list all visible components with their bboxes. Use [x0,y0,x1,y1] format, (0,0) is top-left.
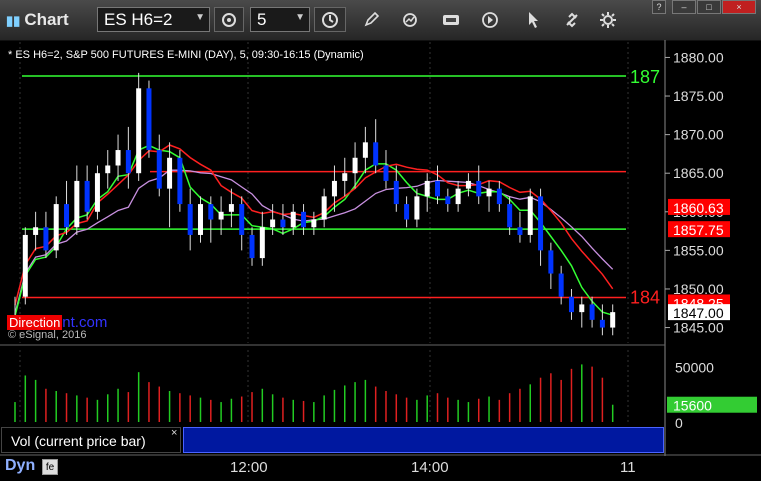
copyright: © eSignal, 2016 [8,329,87,341]
candle-body [208,204,214,220]
candle-body [393,180,399,205]
candle-body [64,204,70,228]
price-axis-label: 1845.00 [673,320,724,336]
candle-body [579,304,585,313]
price-axis-label: 1875.00 [673,88,724,104]
dyn-label[interactable]: Dyn [5,457,35,475]
candle-body [527,196,533,235]
candle-body [228,204,234,212]
price-axis-label: 1865.00 [673,165,724,181]
candle-body [270,219,276,228]
candle-body [538,196,544,251]
chart-header: * ES H6=2, S&P 500 FUTURES E-MINI (DAY),… [8,49,364,61]
candle-body [435,180,441,197]
candle-body [53,204,59,251]
candle-body [414,196,420,220]
volume-study-label[interactable]: Vol (current price bar) [1,427,181,453]
candle-body [424,180,430,197]
candle-body [486,188,492,197]
candle-body [259,227,265,259]
candle-body [404,204,410,220]
price-tag-label: 1857.75 [673,222,724,238]
candle-body [362,142,368,158]
candle-body [33,227,39,235]
watermark: Direction nt.com [7,314,107,331]
candle-body [445,196,451,205]
candle-body [610,312,616,328]
candle-body [558,273,564,297]
time-label-1400: 14:00 [411,459,449,476]
candle-body [342,173,348,181]
candle-body [465,180,471,189]
candle-body [22,234,28,297]
candle-body [115,150,121,166]
price-axis-label: 1855.00 [673,242,724,258]
candle-body [43,227,49,251]
candle-body [146,88,152,151]
candle-body [476,180,482,197]
candle-body [455,188,461,205]
candle-body [74,180,80,228]
candle-body [177,157,183,205]
time-label-11: 11 [620,459,636,476]
candle-body [167,157,173,189]
volume-study-bar[interactable] [183,427,664,453]
candle-body [496,188,502,205]
price-tag-label: 1860.63 [673,200,724,216]
candle-body [383,165,389,181]
fe-icon[interactable]: fe [42,459,58,475]
candle-body [507,204,513,228]
candle-body [156,150,162,189]
candle-body [290,211,296,228]
candle-body [311,219,317,228]
time-label-1200: 12:00 [230,459,268,476]
level-label-bottom: 184 [630,287,660,307]
candle-body [301,211,307,228]
candle-body [331,180,337,197]
level-label-top: 187 [630,67,660,87]
candle-body [84,180,90,212]
candle-body [136,88,142,174]
price-tag-label: 1847.00 [673,305,724,321]
candle-body [589,304,595,320]
volume-label-text: Vol (current price bar) [11,433,146,449]
candle-body [280,219,286,228]
candle-body [517,227,523,235]
volume-axis-label: 50000 [675,360,714,376]
volume-axis-label: 0 [675,415,683,431]
candle-body [94,173,100,212]
volume-tag-label: 15600 [673,398,712,414]
candle-body [125,150,131,174]
candle-body [373,142,379,166]
candle-body [239,204,245,235]
candle-body [599,319,605,328]
candle-body [548,250,554,274]
price-axis-label: 1870.00 [673,127,724,143]
time-axis [0,456,761,481]
candle-body [105,165,111,174]
candle-body [352,157,358,174]
candle-body [568,296,574,313]
candle-body [218,211,224,220]
close-icon[interactable]: × [171,427,177,439]
candle-body [187,204,193,235]
candle-body [321,196,327,220]
price-axis-label: 1880.00 [673,49,724,65]
candle-body [197,204,203,235]
price-chart[interactable]: 187 184 50000 015600 1880.00 1875.00 1870.00… [0,0,761,481]
candle-body [249,234,255,259]
watermark-left: Direction [7,315,63,330]
